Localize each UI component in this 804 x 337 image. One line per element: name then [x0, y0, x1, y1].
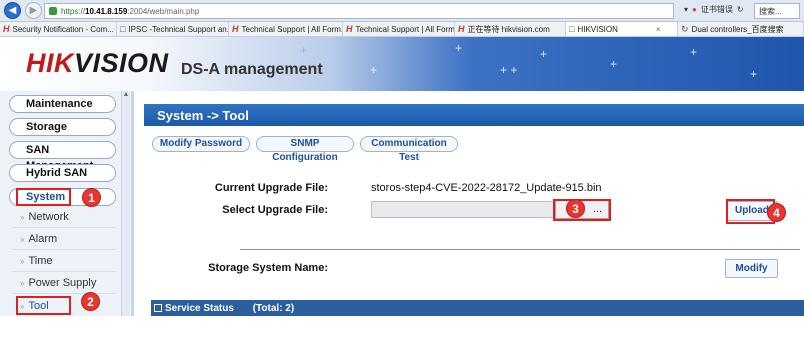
logo-text-vision: VISION: [74, 48, 169, 78]
sidebar-scrollbar[interactable]: ▲: [121, 91, 130, 337]
browser-tab[interactable]: H Security Notification - Com...: [0, 22, 117, 36]
browser-tab[interactable]: H Technical Support | All Form...: [229, 22, 343, 36]
tab-modify-password[interactable]: Modify Password: [152, 136, 250, 152]
url-path: :2004/web/main.php: [127, 6, 200, 16]
sidebar-divider: [131, 91, 134, 337]
browser-tab-active[interactable]: □ HIKVISION ×: [566, 22, 678, 36]
url-scheme: https://: [61, 6, 86, 16]
browser-search-input[interactable]: 搜索...: [754, 3, 800, 19]
page-header: System -> Tool: [144, 104, 804, 126]
tab-communication-test[interactable]: Communication Test: [360, 136, 458, 163]
service-status-label: Service Status: [165, 303, 234, 314]
subitem-label: Power Supply: [28, 277, 97, 289]
modify-button[interactable]: Modify: [725, 259, 778, 278]
subitem-label: Time: [28, 255, 53, 267]
divider: [12, 249, 116, 250]
sidebar-subitem-power-supply[interactable]: » Power Supply: [20, 277, 96, 289]
double-arrow-icon: »: [20, 213, 25, 222]
browser-tab[interactable]: □ IPSC -Technical Support an...: [117, 22, 229, 36]
sparkle-icon: +: [540, 47, 548, 61]
page-favicon-icon: □: [120, 24, 126, 34]
highlight-system: [16, 188, 71, 206]
step-badge-4: 4: [767, 203, 786, 222]
url-host: 10.41.8.159: [85, 6, 128, 16]
loading-icon: ↻: [681, 23, 689, 34]
close-icon[interactable]: ×: [656, 25, 661, 34]
scroll-up-icon[interactable]: ▲: [122, 91, 130, 98]
step-badge-3: 3: [566, 199, 585, 218]
hikvision-favicon-icon: H: [346, 24, 353, 34]
url-field[interactable]: https:// 10.41.8.159 :2004/web/main.php: [44, 3, 674, 19]
sidebar-item-maintenance[interactable]: Maintenance: [9, 95, 116, 113]
page-favicon-icon: □: [569, 24, 575, 34]
step-badge-2: 2: [81, 292, 100, 311]
sparkle-icon: +: [610, 57, 618, 71]
tab-label: IPSC -Technical Support an...: [128, 24, 229, 34]
sparkle-icon: + +: [500, 63, 518, 77]
current-upgrade-label: Current Upgrade File:: [214, 182, 328, 194]
browser-address-bar: ◀ ▶ https:// 10.41.8.159 :2004/web/main.…: [0, 0, 804, 22]
subitem-label: Network: [28, 211, 69, 223]
sidebar-item-storage[interactable]: Storage: [9, 118, 116, 136]
dropdown-icon[interactable]: ▾: [684, 5, 688, 14]
tab-label: 正在等待 hikvision.com: [467, 24, 550, 34]
cert-warning-text[interactable]: 证书错误: [701, 4, 733, 15]
tab-label: Security Notification - Com...: [12, 24, 114, 34]
storage-name-label: Storage System Name:: [208, 262, 328, 274]
hikvision-favicon-icon: H: [232, 24, 239, 34]
tab-label: HIKVISION: [577, 24, 618, 34]
sidebar-subitem-network[interactable]: » Network: [20, 211, 69, 223]
sidebar-item-hybrid-san[interactable]: Hybrid SAN: [9, 164, 116, 182]
sidebar-item-san-management[interactable]: SAN Management: [9, 141, 116, 172]
hikvision-favicon-icon: H: [458, 24, 465, 34]
logo-text-hik: HIK: [26, 48, 74, 78]
sparkle-icon: +: [300, 43, 308, 57]
step-badge-1: 1: [82, 188, 101, 207]
double-arrow-icon: »: [20, 235, 25, 244]
browser-tab[interactable]: H Technical Support | All Form...: [343, 22, 455, 36]
address-bar-right: ▾ ● 证书错误 ↻: [684, 4, 744, 15]
app-banner: HIKVISION DS-A management + + + + + + + …: [0, 37, 804, 91]
back-button[interactable]: ◀: [4, 2, 21, 19]
divider: [12, 293, 116, 294]
lock-icon: [49, 7, 57, 15]
product-title: DS-A management: [181, 61, 323, 78]
page-bottom: [0, 316, 804, 337]
sparkle-icon: +: [370, 63, 378, 77]
sparkle-icon: +: [750, 67, 758, 81]
service-total: (Total: 2): [252, 303, 295, 314]
browser-tab[interactable]: H 正在等待 hikvision.com: [455, 22, 566, 36]
tab-label: Technical Support | All Form...: [355, 24, 455, 34]
tab-snmp-configuration[interactable]: SNMP Configuration: [256, 136, 354, 163]
cert-warning-icon[interactable]: ●: [692, 5, 697, 14]
browser-tab-strip: H Security Notification - Com... □ IPSC …: [0, 22, 804, 37]
current-upgrade-value: storos-step4-CVE-2022-28172_Update-915.b…: [371, 182, 602, 194]
page-title: System -> Tool: [157, 108, 249, 123]
sidebar-subitem-time[interactable]: » Time: [20, 255, 53, 267]
tab-label: Technical Support | All Form...: [241, 24, 343, 34]
hikvision-favicon-icon: H: [3, 24, 10, 34]
hikvision-logo: HIKVISION: [26, 48, 169, 79]
subitem-label: Alarm: [28, 233, 58, 245]
divider: [12, 227, 116, 228]
forward-button[interactable]: ▶: [25, 2, 42, 19]
sparkle-icon: +: [690, 45, 698, 59]
double-arrow-icon: »: [20, 279, 25, 288]
sidebar-subitem-alarm[interactable]: » Alarm: [20, 233, 57, 245]
refresh-icon[interactable]: ↻: [737, 5, 744, 14]
section-divider: [240, 249, 800, 250]
divider: [12, 271, 116, 272]
sparkle-icon: +: [455, 41, 463, 55]
tab-label: Dual controllers_百度搜索: [691, 24, 784, 34]
select-upgrade-label: Select Upgrade File:: [222, 204, 328, 216]
browser-tab[interactable]: ↻ Dual controllers_百度搜索: [678, 22, 804, 36]
collapse-icon[interactable]: [154, 304, 162, 312]
highlight-tool: [16, 296, 71, 315]
double-arrow-icon: »: [20, 257, 25, 266]
